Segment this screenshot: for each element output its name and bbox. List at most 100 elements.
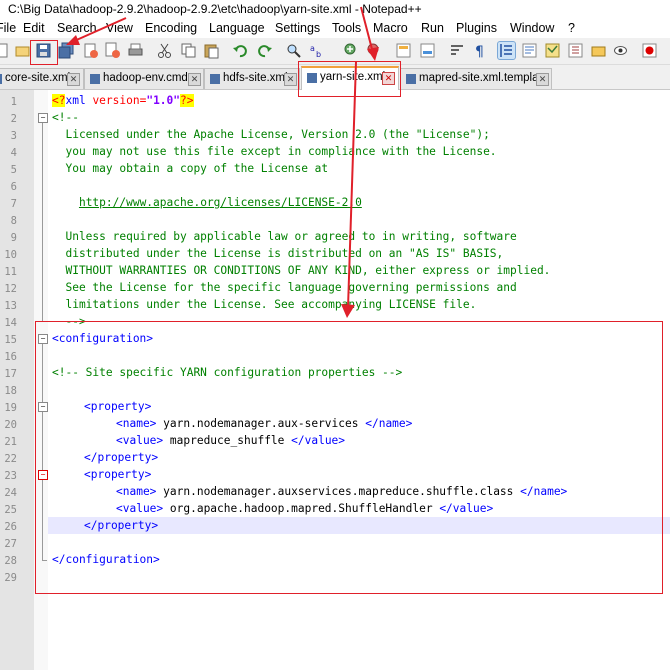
doc-map-icon[interactable] xyxy=(544,42,561,59)
sync-vertical-icon[interactable] xyxy=(395,42,412,59)
word-wrap-icon[interactable] xyxy=(449,42,466,59)
line-number: 10 xyxy=(4,249,17,261)
file-saved-icon xyxy=(406,74,416,84)
line-number: 1 xyxy=(10,96,17,108)
menu-settings[interactable]: Settings xyxy=(275,21,320,35)
code-line-5[interactable]: You may obtain a copy of the License at xyxy=(52,162,328,175)
line-number: 11 xyxy=(4,266,17,278)
tab-label: core-site.xml xyxy=(5,72,71,84)
file-saved-icon xyxy=(0,74,2,84)
code-line-7[interactable]: http://www.apache.org/licenses/LICENSE-2… xyxy=(52,196,362,209)
close-tab-icon[interactable]: ✕ xyxy=(284,73,297,86)
line-number: 8 xyxy=(10,215,17,227)
new-file-icon[interactable] xyxy=(0,42,11,59)
close-tab-icon[interactable]: ✕ xyxy=(67,73,80,86)
line-number: 17 xyxy=(4,368,17,380)
line-number: 27 xyxy=(4,538,17,550)
folder-workspace-icon[interactable] xyxy=(590,42,607,59)
line-number: 6 xyxy=(10,181,17,193)
show-all-chars-icon[interactable]: ¶ xyxy=(472,42,489,59)
tab-hdfs-site[interactable]: hdfs-site.xml ✕ xyxy=(204,68,300,89)
line-number: 25 xyxy=(4,504,17,516)
indent-guide-icon[interactable] xyxy=(497,41,516,60)
undo-icon[interactable] xyxy=(232,42,249,59)
line-number: 15 xyxy=(4,334,17,346)
pi-value: "1.0" xyxy=(146,94,181,107)
sync-horizontal-icon[interactable] xyxy=(419,42,436,59)
configuration-highlight-box xyxy=(35,321,663,594)
code-line-2[interactable]: <!-- xyxy=(52,111,79,124)
tab-hadoop-env[interactable]: hadoop-env.cmd ✕ xyxy=(84,68,204,89)
line-number: 3 xyxy=(10,130,17,142)
find-icon[interactable] xyxy=(285,42,302,59)
copy-icon[interactable] xyxy=(180,42,197,59)
replace-icon[interactable]: ab xyxy=(309,42,326,59)
line-number: 14 xyxy=(4,317,17,329)
paste-icon[interactable] xyxy=(203,42,220,59)
pi-attr: version= xyxy=(85,94,147,107)
line-number: 5 xyxy=(10,164,17,176)
fold-line xyxy=(42,123,43,321)
tab-label: hadoop-env.cmd xyxy=(103,72,188,84)
function-list-icon[interactable] xyxy=(567,42,584,59)
line-number: 7 xyxy=(10,198,17,210)
line-number: 20 xyxy=(4,419,17,431)
menu-file[interactable]: File xyxy=(0,21,16,35)
menu-plugins[interactable]: Plugins xyxy=(456,21,497,35)
code-line-12[interactable]: See the License for the specific languag… xyxy=(52,281,516,294)
menu-run[interactable]: Run xyxy=(421,21,444,35)
line-number: 21 xyxy=(4,436,17,448)
pi-open: <? xyxy=(52,94,66,107)
code-line-3[interactable]: Licensed under the Apache License, Versi… xyxy=(52,128,489,141)
line-number: 23 xyxy=(4,470,17,482)
close-tab-icon[interactable]: ✕ xyxy=(188,73,201,86)
code-line-11[interactable]: WITHOUT WARRANTIES OR CONDITIONS OF ANY … xyxy=(52,264,550,277)
menu-language[interactable]: Language xyxy=(209,21,265,35)
line-number: 18 xyxy=(4,385,17,397)
line-number: 13 xyxy=(4,300,17,312)
save-icon-highlight-box xyxy=(30,40,58,65)
menu-window[interactable]: Window xyxy=(510,21,554,35)
line-number: 16 xyxy=(4,351,17,363)
menu-encoding[interactable]: Encoding xyxy=(145,21,197,35)
open-file-icon[interactable] xyxy=(14,42,31,59)
pi-name: xml xyxy=(65,94,86,107)
line-number: 4 xyxy=(10,147,17,159)
license-url-link[interactable]: http://www.apache.org/licenses/LICENSE-2… xyxy=(79,196,362,209)
svg-text:a: a xyxy=(310,44,315,53)
cut-icon[interactable] xyxy=(156,42,173,59)
close-tab-icon[interactable]: ✕ xyxy=(536,73,549,86)
code-line-9[interactable]: Unless required by applicable law or agr… xyxy=(52,230,516,243)
record-macro-icon[interactable] xyxy=(641,42,658,59)
fold-minus-icon[interactable]: − xyxy=(38,113,48,123)
line-number: 29 xyxy=(4,572,17,584)
line-number: 9 xyxy=(10,232,17,244)
monitor-icon[interactable] xyxy=(612,42,629,59)
menu-edit[interactable]: Edit xyxy=(23,21,45,35)
svg-text:b: b xyxy=(316,50,321,59)
code-line-1[interactable]: <?xml version="1.0"?> xyxy=(52,94,194,107)
menu-help[interactable]: ? xyxy=(568,21,575,35)
tab-core-site[interactable]: core-site.xml ✕ xyxy=(0,68,84,89)
udl-icon[interactable] xyxy=(521,42,538,59)
code-line-10[interactable]: distributed under the License is distrib… xyxy=(52,247,503,260)
line-number: 28 xyxy=(4,555,17,567)
arrow-to-replace-icon xyxy=(360,6,379,61)
code-line-13[interactable]: limitations under the License. See accom… xyxy=(52,298,476,311)
file-saved-icon xyxy=(210,74,220,84)
line-number: 12 xyxy=(4,283,17,295)
redo-icon[interactable] xyxy=(256,42,273,59)
line-number: 24 xyxy=(4,487,17,499)
line-number: 26 xyxy=(4,521,17,533)
arrow-to-save-icon xyxy=(66,17,127,45)
tab-label: mapred-site.xml.template xyxy=(419,72,549,84)
tab-label: hdfs-site.xml xyxy=(223,72,288,84)
tab-mapred-site-template[interactable]: mapred-site.xml.template ✕ xyxy=(400,68,552,89)
code-line-4[interactable]: you may not use this file except in comp… xyxy=(52,145,496,158)
line-number: 22 xyxy=(4,453,17,465)
line-number: 2 xyxy=(10,113,17,125)
line-number: 19 xyxy=(4,402,17,414)
arrow-to-configuration xyxy=(341,61,357,318)
pi-close: ?> xyxy=(180,94,194,107)
